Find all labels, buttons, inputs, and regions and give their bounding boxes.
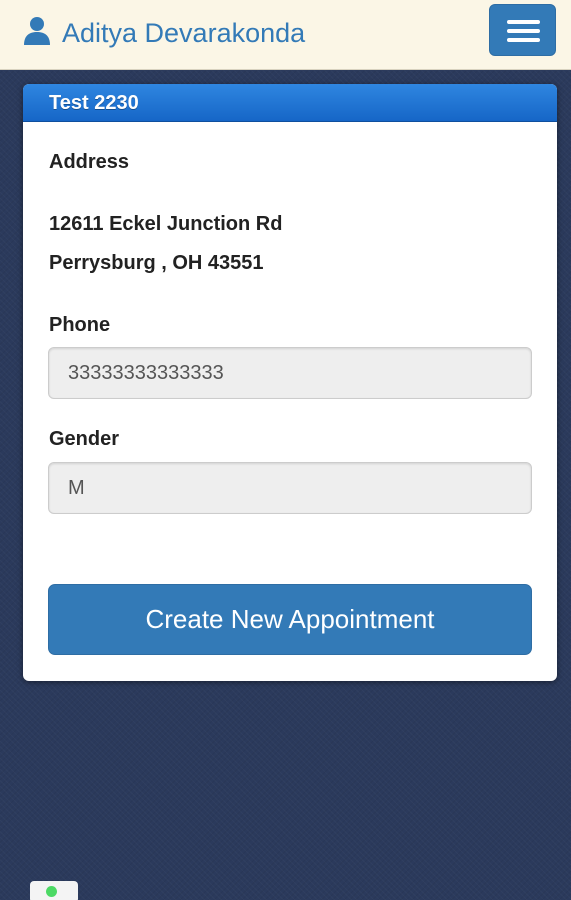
- create-appointment-button[interactable]: Create New Appointment: [48, 584, 532, 655]
- user-name[interactable]: Aditya Devarakonda: [62, 16, 305, 50]
- menu-button[interactable]: [489, 4, 556, 56]
- address-line2: Perrysburg , OH 43551: [49, 252, 264, 274]
- gender-field[interactable]: M: [48, 462, 532, 514]
- bottom-tab[interactable]: [30, 881, 78, 900]
- status-dot-icon: [46, 886, 57, 897]
- address-label: Address: [49, 151, 130, 173]
- phone-field[interactable]: 33333333333333: [48, 347, 532, 399]
- address-line1: 12611 Eckel Junction Rd: [49, 213, 283, 235]
- app-header: Aditya Devarakonda: [0, 0, 571, 70]
- phone-label: Phone: [49, 314, 111, 336]
- person-icon: [24, 17, 50, 45]
- card-title: Test 2230: [49, 92, 139, 114]
- gender-label: Gender: [49, 428, 120, 450]
- patient-card: Test 2230 Address 12611 Eckel Junction R…: [23, 84, 557, 681]
- card-header: Test 2230: [23, 84, 557, 122]
